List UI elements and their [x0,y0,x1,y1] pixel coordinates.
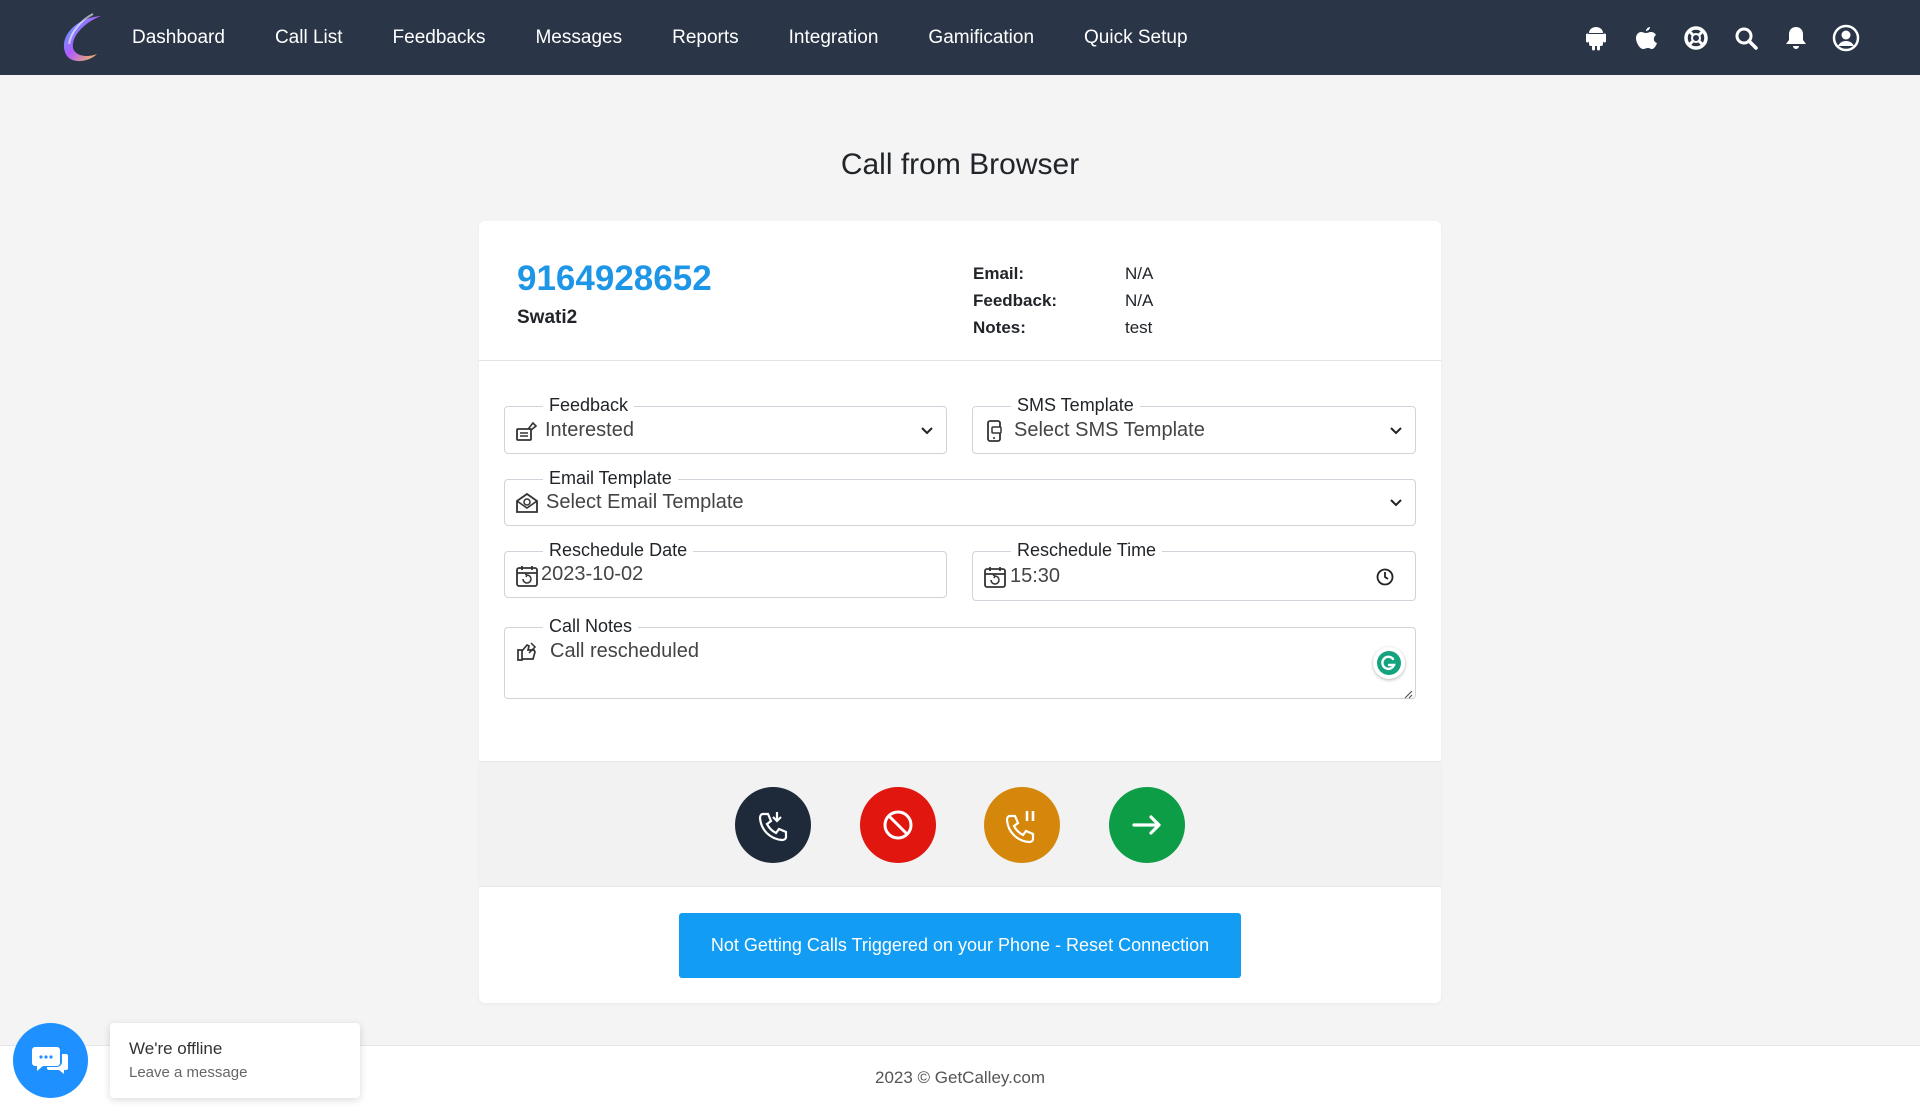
call-notes-value: Call rescheduled [550,640,699,662]
reschedule-time-value: 15:30 [1010,565,1061,587]
nav-icon-group [1560,0,1860,75]
feedback-label: Feedback: [973,290,1058,310]
nav-quick-setup[interactable]: Quick Setup [1084,27,1188,49]
chat-leave-message: Leave a message [129,1064,248,1081]
bell-icon[interactable] [1782,24,1810,52]
sms-icon [983,419,1007,443]
sms-template-value: Select SMS Template [1014,419,1205,441]
reschedule-time-label: Reschedule Time [1011,539,1163,561]
call-button[interactable] [735,787,811,863]
email-icon [515,491,539,515]
contact-phone: 9164928652 [517,259,712,298]
contact-info: Email: N/A Feedback: N/A Notes: test [973,260,1153,341]
grammarly-icon[interactable] [1373,647,1405,679]
feedback-select-label: Feedback [543,394,635,416]
feedback-select-value: Interested [545,419,634,441]
nav-gamification[interactable]: Gamification [928,27,1034,49]
chat-launcher-button[interactable] [13,1023,88,1098]
stop-call-button[interactable] [860,787,936,863]
help-lifebuoy-icon[interactable] [1682,24,1710,52]
app-logo[interactable] [53,10,109,66]
chevron-down-icon [920,424,934,438]
nav-integration[interactable]: Integration [789,27,879,49]
call-card: 9164928652 Swati2 Email: N/A Feedback: N… [479,221,1441,1003]
sms-template-select[interactable]: SMS Template Select SMS Template [972,394,1416,454]
pause-call-button[interactable] [984,787,1060,863]
email-template-value: Select Email Template [546,491,744,513]
nav-call-list[interactable]: Call List [275,27,343,49]
reschedule-date-input[interactable]: Reschedule Date 2023-10-02 [504,539,947,598]
reset-connection-button[interactable]: Not Getting Calls Triggered on your Phon… [679,913,1241,978]
email-template-label: Email Template [543,467,678,489]
sms-template-label: SMS Template [1011,394,1140,416]
notes-value: test [1125,317,1153,337]
feedback-value: N/A [1125,290,1154,310]
clock-icon[interactable] [1375,567,1395,587]
main-nav: Dashboard Call List Feedbacks Messages R… [132,0,1238,75]
chevron-down-icon [1389,424,1403,438]
email-template-select[interactable]: Email Template Select Email Template [504,467,1416,526]
contact-header: 9164928652 Swati2 Email: N/A Feedback: N… [479,221,1441,361]
calendar-icon [983,565,1007,589]
reschedule-time-input[interactable]: Reschedule Time 15:30 [972,539,1416,601]
chat-status-title: We're offline [129,1039,223,1058]
top-navbar: Dashboard Call List Feedbacks Messages R… [0,0,1920,75]
chat-offline-panel[interactable]: We're offline Leave a message [110,1023,360,1098]
chat-icon [31,1046,68,1074]
nav-feedbacks[interactable]: Feedbacks [393,27,486,49]
email-label: Email: [973,263,1025,283]
calendar-icon [515,564,539,588]
reschedule-date-value: 2023-10-02 [541,563,644,585]
call-actions-bar [479,761,1441,887]
info-row-feedback: Feedback: N/A [973,287,1153,314]
reschedule-date-label: Reschedule Date [543,539,694,561]
android-icon[interactable] [1582,24,1610,52]
nav-messages[interactable]: Messages [535,27,622,49]
next-call-button[interactable] [1109,787,1185,863]
notes-label: Notes: [973,317,1026,337]
nav-dashboard[interactable]: Dashboard [132,27,225,49]
info-row-notes: Notes: test [973,314,1153,341]
contact-name: Swati2 [517,307,578,328]
call-notes-textarea[interactable]: Call Notes Call rescheduled [504,615,1416,699]
feedback-select[interactable]: Feedback Interested [504,394,947,454]
call-notes-label: Call Notes [543,615,639,637]
email-value: N/A [1125,263,1154,283]
chevron-down-icon [1389,496,1403,510]
notes-hand-icon [515,640,539,664]
resize-handle-icon[interactable] [1403,686,1413,699]
info-row-email: Email: N/A [973,260,1153,287]
user-circle-icon[interactable] [1832,24,1860,52]
apple-icon[interactable] [1632,24,1660,52]
feedback-icon [515,419,539,443]
page-title: Call from Browser [840,148,1080,181]
nav-reports[interactable]: Reports [672,27,739,49]
search-icon[interactable] [1732,24,1760,52]
